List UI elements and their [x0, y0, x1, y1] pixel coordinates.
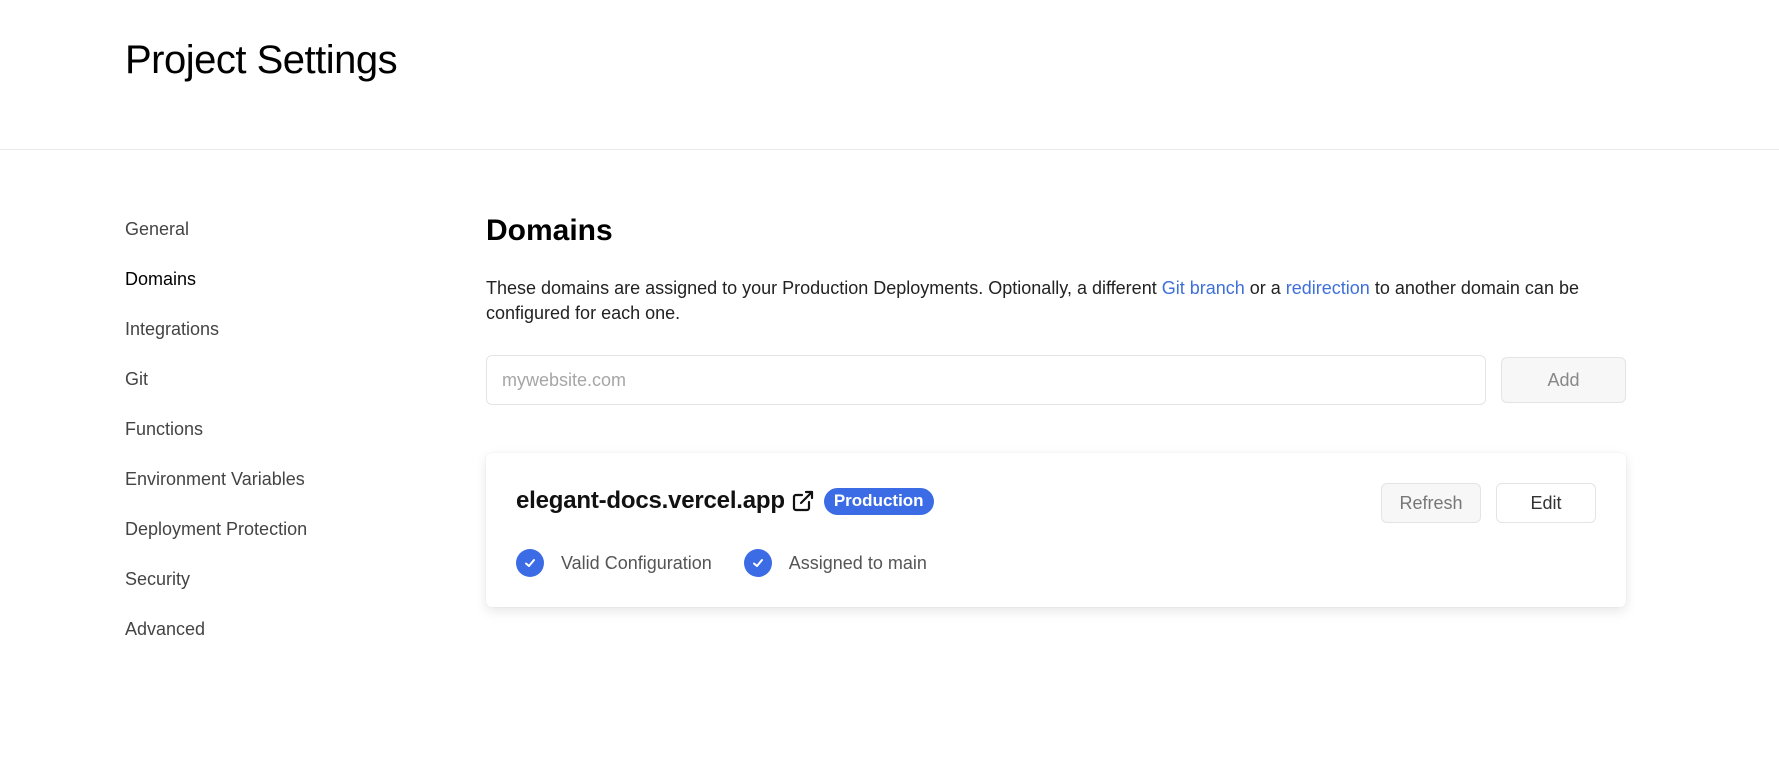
page-header: Project Settings: [0, 0, 1779, 150]
domain-header: elegant-docs.vercel.app Production: [516, 485, 934, 517]
refresh-button[interactable]: Refresh: [1381, 483, 1481, 523]
domain-name: elegant-docs.vercel.app: [516, 487, 785, 514]
domain-card: elegant-docs.vercel.app Production Refre…: [486, 453, 1626, 607]
domain-status-list: Valid Configuration Assigned to main: [516, 549, 959, 577]
settings-layout: General Domains Integrations Git Functio…: [0, 150, 1779, 758]
sidebar-item-general[interactable]: General: [125, 218, 425, 268]
domains-section: Domains These domains are assigned to yo…: [486, 212, 1626, 607]
sidebar-item-deployment-protection[interactable]: Deployment Protection: [125, 518, 425, 568]
settings-sidebar: General Domains Integrations Git Functio…: [125, 218, 425, 668]
description-text-2: or a: [1244, 278, 1286, 298]
sidebar-item-environment-variables[interactable]: Environment Variables: [125, 468, 425, 518]
check-circle-icon: [516, 549, 544, 577]
production-badge: Production: [823, 487, 934, 515]
add-domain-form: Add: [486, 355, 1626, 407]
sidebar-item-integrations[interactable]: Integrations: [125, 318, 425, 368]
status-assigned-branch: Assigned to main: [743, 549, 927, 577]
check-circle-icon: [743, 549, 772, 577]
domain-input[interactable]: [486, 355, 1486, 405]
sidebar-item-git[interactable]: Git: [125, 368, 425, 418]
section-title: Domains: [486, 214, 613, 247]
domains-description: These domains are assigned to your Produ…: [486, 276, 1626, 326]
status-label: Valid Configuration: [561, 552, 712, 573]
add-domain-button[interactable]: Add: [1501, 357, 1626, 403]
sidebar-item-domains[interactable]: Domains: [125, 268, 425, 318]
git-branch-link[interactable]: Git branch: [1162, 278, 1245, 298]
sidebar-item-advanced[interactable]: Advanced: [125, 618, 425, 668]
status-label: Assigned to main: [788, 552, 927, 573]
external-link-icon[interactable]: [791, 489, 815, 513]
sidebar-item-security[interactable]: Security: [125, 568, 425, 618]
sidebar-item-functions[interactable]: Functions: [125, 418, 425, 468]
domain-actions: Refresh Edit: [1381, 483, 1596, 523]
edit-button[interactable]: Edit: [1496, 483, 1596, 523]
status-valid-configuration: Valid Configuration: [516, 549, 712, 577]
page-title: Project Settings: [125, 38, 398, 82]
redirection-link[interactable]: redirection: [1286, 278, 1370, 298]
description-text-1: These domains are assigned to your Produ…: [486, 278, 1162, 298]
